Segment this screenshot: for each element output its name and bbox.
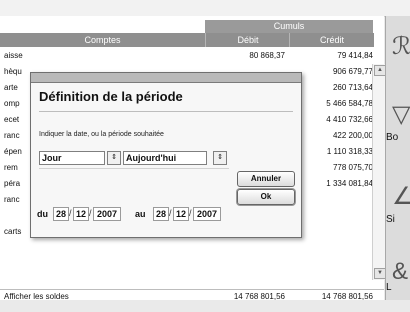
period-dialog: Définition de la période Indiquer la dat… bbox=[30, 72, 302, 238]
dialog-title-bar[interactable] bbox=[31, 73, 301, 83]
period-value-select[interactable]: Aujourd'hui bbox=[123, 151, 207, 165]
period-value-stepper-icon[interactable]: ⇕ bbox=[213, 151, 227, 165]
table-footer: Afficher les soldes 14 768 801,56 14 768… bbox=[0, 289, 384, 304]
account-cell: carts bbox=[4, 227, 22, 236]
account-cell: rem bbox=[4, 163, 18, 172]
credit-cell: 1 334 081,84 bbox=[326, 179, 373, 188]
account-cell: arte bbox=[4, 83, 18, 92]
to-day-field[interactable]: 28 bbox=[153, 207, 169, 221]
angle-icon: ∠ bbox=[392, 183, 410, 210]
credit-cell: 906 679,77 bbox=[332, 67, 373, 76]
right-panel-action-si[interactable]: ∠ Si bbox=[386, 166, 410, 236]
table-row[interactable]: aisse 80 868,37 79 414,84 bbox=[0, 49, 384, 63]
account-cell: épen bbox=[4, 147, 22, 156]
account-cell: omp bbox=[4, 99, 20, 108]
right-panel-label-l: L bbox=[386, 282, 392, 293]
credit-column-header[interactable]: Crédit bbox=[289, 33, 374, 47]
ampersand-icon: & bbox=[392, 258, 409, 285]
debit-cell: 80 868,37 bbox=[249, 51, 285, 60]
right-panel-action-1[interactable]: ℛ bbox=[386, 16, 410, 86]
comptes-column-header[interactable]: Comptes bbox=[0, 33, 205, 47]
cumuls-header: Cumuls bbox=[205, 20, 373, 33]
footer-debit-total: 14 768 801,56 bbox=[233, 292, 285, 301]
to-month-field[interactable]: 12 bbox=[173, 207, 189, 221]
to-label: au bbox=[135, 209, 146, 219]
dialog-divider-2 bbox=[39, 168, 229, 169]
from-day-field[interactable]: 28 bbox=[53, 207, 69, 221]
credit-cell: 5 466 584,78 bbox=[326, 99, 373, 108]
gesture-icon: ℛ bbox=[392, 33, 410, 60]
from-year-field[interactable]: 2007 bbox=[93, 207, 121, 221]
to-year-field[interactable]: 2007 bbox=[193, 207, 221, 221]
cancel-button[interactable]: Annuler bbox=[237, 171, 295, 187]
account-cell: aisse bbox=[4, 51, 23, 60]
credit-cell: 79 414,84 bbox=[337, 51, 373, 60]
ok-button[interactable]: Ok bbox=[237, 189, 295, 205]
right-panel-label-si: Si bbox=[386, 214, 395, 225]
top-toolbar-strip bbox=[0, 0, 410, 17]
show-balances-toggle[interactable]: Afficher les soldes bbox=[4, 290, 69, 304]
from-month-field[interactable]: 12 bbox=[73, 207, 89, 221]
credit-cell: 4 410 732,66 bbox=[326, 115, 373, 124]
table-scrollbar[interactable]: ▲ ▼ bbox=[372, 64, 386, 280]
right-action-panel: ℛ ▽ Bo ∠ Si & L bbox=[385, 16, 410, 300]
account-cell: ecet bbox=[4, 115, 20, 124]
date-separator: / bbox=[69, 208, 72, 218]
period-type-stepper-icon[interactable]: ⇕ bbox=[107, 151, 121, 165]
dialog-instruction: Indiquer la date, ou la période souhaité… bbox=[39, 131, 164, 138]
triangle-icon: ▽ bbox=[392, 101, 410, 128]
date-separator: / bbox=[189, 208, 192, 218]
credit-cell: 778 075,70 bbox=[332, 163, 373, 172]
account-cell: péra bbox=[4, 179, 21, 188]
account-cell: hèqu bbox=[4, 67, 22, 76]
period-type-select[interactable]: Jour bbox=[39, 151, 105, 165]
right-panel-action-bo[interactable]: ▽ Bo bbox=[386, 84, 410, 154]
footer-credit-total: 14 768 801,56 bbox=[321, 292, 373, 301]
account-cell: ranc bbox=[4, 195, 20, 204]
credit-cell: 422 200,00 bbox=[332, 131, 373, 140]
credit-cell: 260 713,64 bbox=[332, 83, 373, 92]
debit-column-header[interactable]: Débit bbox=[205, 33, 290, 47]
account-cell: ranc bbox=[4, 131, 20, 140]
credit-cell: 1 110 318,33 bbox=[326, 147, 373, 156]
right-panel-action-l[interactable]: & L bbox=[386, 242, 410, 312]
date-separator: / bbox=[169, 208, 172, 218]
date-separator: / bbox=[89, 208, 92, 218]
from-label: du bbox=[37, 209, 48, 219]
dialog-title: Définition de la période bbox=[39, 89, 183, 104]
right-panel-label-bo: Bo bbox=[386, 132, 399, 143]
dialog-divider bbox=[39, 111, 293, 112]
